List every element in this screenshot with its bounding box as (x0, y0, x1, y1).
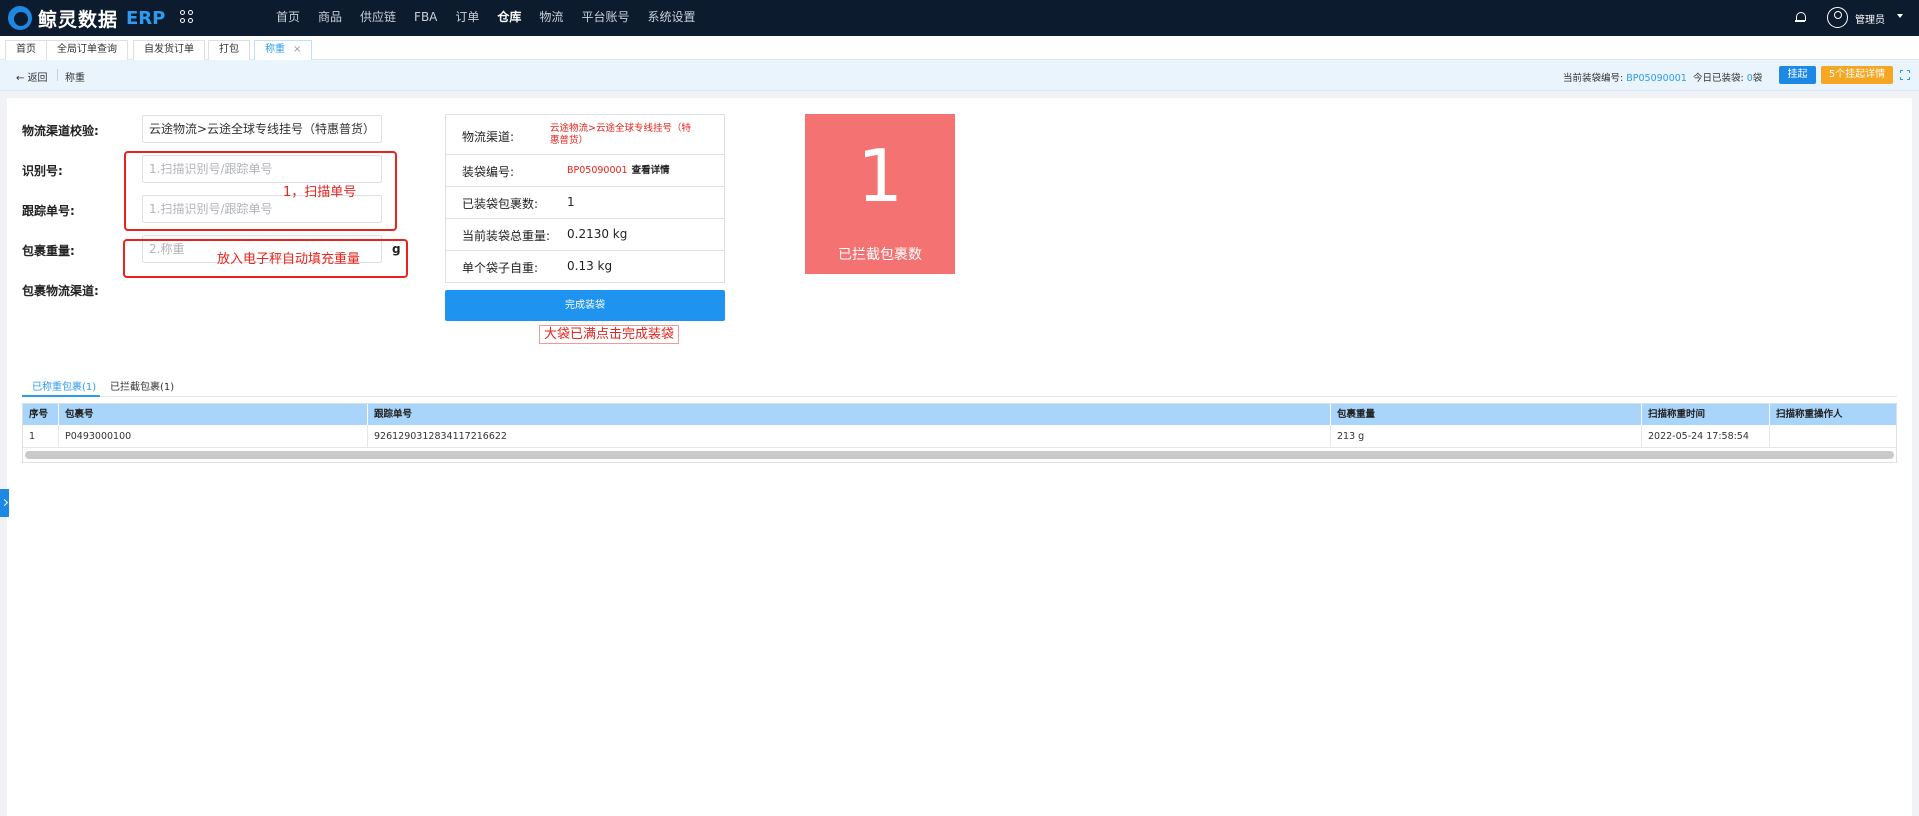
nav-item-platform-accounts[interactable]: 平台账号 (572, 0, 638, 36)
close-icon[interactable]: × (293, 44, 301, 55)
intercepted-count: 1 (857, 134, 903, 218)
tab-label: 首页 (16, 44, 36, 55)
info-bag-weight-value: 0.13 kg (567, 259, 613, 273)
user-avatar-icon[interactable] (1827, 7, 1848, 28)
logo-suffix: ERP (126, 7, 166, 29)
bell-icon[interactable] (1795, 11, 1806, 23)
nav-item-supply-chain[interactable]: 供应链 (351, 0, 405, 36)
tab-global-order-query[interactable]: 全局订单查询 (46, 40, 128, 60)
fullscreen-icon[interactable] (1900, 70, 1910, 80)
tab-label: 自发货订单 (144, 44, 194, 55)
cell-package-weight: 213 g (1331, 425, 1642, 448)
info-channel-value-line2: 惠普货） (550, 135, 589, 146)
nav-item-warehouse[interactable]: 仓库 (488, 0, 530, 36)
current-bag-value: BP05090001 (1626, 73, 1687, 84)
info-channel-value: 云途物流>云途全球专线挂号（特 惠普货） (550, 123, 691, 147)
cell-index: 1 (23, 425, 59, 448)
channel-check-value: 云途物流>云途全球专线挂号（特惠普货） (149, 122, 376, 136)
cell-scan-time: 2022-05-24 17:58:54 (1642, 425, 1770, 448)
info-bag-weight-label: 单个袋子自重: (462, 261, 539, 275)
top-navbar: 鲸灵数据 ERP 首页 商品 供应链 FBA 订单 仓库 物流 平台账号 系统设… (0, 0, 1919, 36)
sidebar-expand-icon[interactable] (0, 489, 9, 517)
app-logo[interactable]: 鲸灵数据 ERP (8, 5, 165, 31)
today-bagged-unit: 袋 (1752, 73, 1763, 84)
scan-annotation: 1，扫描单号 (283, 185, 357, 200)
col-scan-time: 扫描称重时间 (1642, 404, 1770, 425)
username[interactable]: 管理员 (1855, 11, 1885, 26)
table-header: 序号 包裹号 跟踪单号 包裹重量 扫描称重时间 扫描称重操作人 (23, 404, 1896, 425)
tab-weigh[interactable]: 称重 × (254, 40, 313, 60)
info-total-weight-value: 0.2130 kg (567, 227, 628, 241)
info-count-value: 1 (567, 195, 575, 209)
tab-label: 称重 (265, 44, 285, 55)
cell-package-no: P0493000100 (59, 425, 368, 448)
nav-item-orders[interactable]: 订单 (446, 0, 488, 36)
info-bag-no-value: BP05090001 查看详情 (567, 165, 670, 177)
col-package-weight: 包裹重量 (1331, 404, 1642, 425)
tab-intercepted-packages[interactable]: 已拦截包裹(1) (110, 378, 174, 397)
hang-button[interactable]: 挂起 (1779, 66, 1816, 84)
info-bag-no-text: BP05090001 (567, 165, 628, 176)
view-bag-detail-link[interactable]: 查看详情 (632, 165, 670, 176)
nav-item-fba[interactable]: FBA (405, 0, 446, 36)
whale-logo-icon (8, 6, 32, 30)
col-package-no: 包裹号 (59, 404, 368, 425)
col-operator: 扫描称重操作人 (1776, 409, 1843, 420)
main-nav: 首页 商品 供应链 FBA 订单 仓库 物流 平台账号 系统设置 (267, 0, 704, 36)
nav-item-products[interactable]: 商品 (309, 0, 351, 36)
intercepted-count-card: 1 已拦截包裹数 (805, 114, 955, 274)
info-row-channel: 物流渠道: 云途物流>云途全球专线挂号（特 惠普货） (446, 115, 724, 155)
info-count-label: 已装袋包裹数: (462, 197, 539, 211)
active-tab-indicator (22, 395, 100, 397)
id-label: 识别号: (22, 164, 63, 178)
table-row[interactable]: 1 P0493000100 92612903128341172166​22 21… (23, 425, 1896, 448)
info-channel-value-line1: 云途物流>云途全球专线挂号（特 (550, 123, 691, 134)
package-channel-label: 包裹物流渠道: (22, 284, 99, 298)
result-tabs: 已称重包裹(1) 已拦截包裹(1) (22, 375, 1897, 397)
finish-annotation: 大袋已满点击完成装袋 (539, 325, 680, 344)
info-bag-no-label: 装袋编号: (462, 165, 515, 179)
hang-detail-button[interactable]: 5个挂起详情 (1821, 66, 1893, 84)
apps-grid-icon[interactable] (180, 10, 196, 26)
weighed-packages-table: 序号 包裹号 跟踪单号 包裹重量 扫描称重时间 扫描称重操作人 1 P04930… (22, 403, 1897, 463)
nav-item-logistics[interactable]: 物流 (530, 0, 572, 36)
finish-bagging-button[interactable]: 完成装袋 (445, 290, 725, 321)
nav-item-home[interactable]: 首页 (267, 0, 309, 36)
horizontal-scrollbar[interactable] (25, 451, 1894, 459)
cell-tracking-no: 92612903128341172166​22 (368, 425, 1331, 448)
info-row-count: 已装袋包裹数: 1 (446, 187, 724, 219)
info-row-bag-no: 装袋编号: BP05090001 查看详情 (446, 155, 724, 187)
info-row-total-weight: 当前装袋总重量: 0.2130 kg (446, 219, 724, 251)
info-channel-label: 物流渠道: (462, 130, 515, 144)
today-bagged-count: 今日已装袋: 0袋 (1693, 70, 1762, 84)
cell-operator (1770, 425, 1896, 448)
tab-label: 打包 (219, 44, 239, 55)
divider (57, 69, 58, 81)
info-total-weight-label: 当前装袋总重量: (462, 229, 551, 243)
tab-pack[interactable]: 打包 (208, 40, 250, 60)
weight-label: 包裹重量: (22, 244, 75, 258)
scale-annotation: 放入电子秤自动填充重量 (217, 252, 361, 267)
chevron-down-icon[interactable] (1897, 14, 1903, 18)
tab-home[interactable]: 首页 (5, 40, 47, 60)
back-label: 返回 (27, 73, 48, 84)
intercepted-label: 已拦截包裹数 (838, 247, 922, 263)
channel-check-field[interactable]: 云途物流>云途全球专线挂号（特惠普货） (142, 115, 382, 143)
channel-check-label: 物流渠道校验: (22, 124, 99, 138)
nav-item-system-settings[interactable]: 系统设置 (638, 0, 704, 36)
current-bag-label: 当前装袋编号: (1563, 73, 1624, 84)
tab-label: 全局订单查询 (57, 44, 117, 55)
back-button[interactable]: ← 返回 (16, 69, 48, 84)
tracking-label: 跟踪单号: (22, 204, 75, 218)
col-index: 序号 (23, 404, 59, 425)
today-bagged-label: 今日已装袋: (1693, 73, 1744, 84)
col-tracking-no: 跟踪单号 (368, 404, 1331, 425)
page-tabs: 首页 全局订单查询 自发货订单 打包 称重 × (0, 36, 1919, 60)
page-title: 称重 (65, 73, 85, 84)
current-bag-number: 当前装袋编号: BP05090001 (1563, 70, 1687, 84)
info-row-bag-weight: 单个袋子自重: 0.13 kg (446, 251, 724, 282)
tab-self-ship-orders[interactable]: 自发货订单 (133, 40, 205, 60)
bag-info-panel: 物流渠道: 云途物流>云途全球专线挂号（特 惠普货） 装袋编号: BP050900… (445, 114, 725, 283)
logo-text: 鲸灵数据 (38, 8, 119, 31)
